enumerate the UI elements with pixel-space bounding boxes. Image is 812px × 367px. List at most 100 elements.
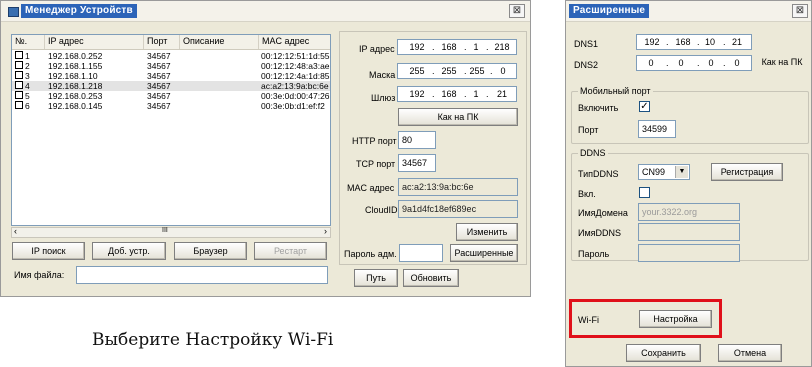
advanced-button[interactable]: Расширенные: [450, 244, 518, 262]
cell-mac: 00:3e:0b:d1:ef:f2: [261, 101, 325, 111]
ddns-type-select[interactable]: CN99 ▼: [638, 164, 690, 180]
ddns-type-label: ТипDDNS: [578, 169, 619, 179]
save-button[interactable]: Сохранить: [626, 344, 701, 362]
col-header-num[interactable]: №.: [12, 35, 45, 49]
scroll-right-icon[interactable]: ›: [324, 226, 327, 236]
tcp-port-input[interactable]: 34567: [398, 154, 436, 172]
ip-field[interactable]: 192. 168. 1. 218: [397, 39, 517, 55]
cell-port: 34567: [147, 81, 171, 91]
cell-num: 6: [25, 101, 30, 111]
cloud-id-label: CloudID: [365, 205, 398, 215]
ip-search-button[interactable]: IP поиск: [12, 242, 85, 260]
cloud-id-input[interactable]: 9a1d4fc18ef689ec: [398, 200, 518, 218]
add-device-button[interactable]: Доб. устр.: [92, 242, 166, 260]
admin-password-label: Пароль адм.: [344, 249, 397, 259]
dns1-field[interactable]: 192. 168. 10. 21: [636, 34, 752, 50]
gateway-field[interactable]: 192. 168. 1. 21: [397, 86, 517, 102]
dns1-label: DNS1: [574, 39, 599, 49]
col-header-desc[interactable]: Описание: [180, 35, 259, 49]
mask-field[interactable]: 255. 255. 255. 0: [397, 63, 517, 79]
table-row[interactable]: 1 192.168.0.252 34567 00:12:12:51:1d:55: [12, 51, 330, 61]
mobile-port-group-title: Мобильный порт: [578, 85, 653, 97]
col-header-mac[interactable]: MAC адрес: [259, 35, 330, 49]
dns2-field[interactable]: 0. 0. 0. 0: [636, 55, 752, 71]
adv-close-icon[interactable]: ⊠: [792, 4, 808, 18]
cell-num: 4: [25, 81, 30, 91]
cell-port: 34567: [147, 61, 171, 71]
scroll-left-icon[interactable]: ‹: [14, 226, 17, 236]
http-port-input[interactable]: 80: [398, 131, 436, 149]
table-row[interactable]: 2 192.168.1.155 34567 00:12:12:48:a3:ae: [12, 61, 330, 71]
col-header-port[interactable]: Порт: [144, 35, 180, 49]
cancel-button[interactable]: Отмена: [718, 344, 782, 362]
mask-label: Маска: [369, 70, 396, 80]
scroll-grip[interactable]: III: [162, 227, 168, 234]
advanced-window: Расширенные ⊠ DNS1 192. 168. 10. 21 DNS2…: [565, 0, 812, 367]
admin-password-input[interactable]: [399, 244, 443, 262]
file-name-input[interactable]: [76, 266, 328, 284]
col-header-ip[interactable]: IP адрес: [45, 35, 144, 49]
domain-label: ИмяДомена: [578, 208, 628, 218]
wifi-highlight-box: [569, 299, 722, 338]
adv-window-title: Расширенные: [569, 4, 650, 18]
ddns-name-label: ИмяDDNS: [578, 228, 622, 238]
ddns-type-value: CN99: [642, 167, 666, 177]
cell-port: 34567: [147, 71, 171, 81]
tcp-port-label: TCP порт: [356, 159, 396, 169]
cell-mac: 00:3e:0d:00:47:26: [261, 91, 330, 101]
device-manager-window: Менеджер Устройств ⊠ №. IP адрес Порт Оп…: [0, 0, 531, 297]
instruction-caption: Выберите Настройку Wi-Fi: [92, 330, 334, 350]
row-checkbox[interactable]: [15, 61, 23, 69]
ip-label: IP адрес: [359, 44, 395, 54]
http-port-label: HTTP порт: [352, 136, 397, 146]
chevron-down-icon[interactable]: ▼: [675, 166, 688, 178]
cell-ip: 192.168.1.218: [48, 81, 103, 91]
register-button[interactable]: Регистрация: [711, 163, 783, 181]
table-row[interactable]: 6 192.168.0.145 34567 00:3e:0b:d1:ef:f2: [12, 101, 330, 111]
port-input[interactable]: 34599: [638, 120, 676, 138]
mac-label: MAC адрес: [347, 183, 395, 193]
cell-mac: 00:12:12:48:a3:ae: [261, 61, 330, 71]
cell-port: 34567: [147, 91, 171, 101]
browser-button[interactable]: Браузер: [174, 242, 247, 260]
domain-input[interactable]: your.3322.org: [638, 203, 740, 221]
ddns-group-title: DDNS: [578, 147, 608, 159]
file-name-label: Имя файла:: [14, 270, 65, 280]
password-label: Пароль: [578, 249, 610, 259]
enable-label: Включить: [578, 103, 619, 113]
row-checkbox[interactable]: [15, 101, 23, 109]
cell-port: 34567: [147, 101, 171, 111]
row-checkbox[interactable]: [15, 51, 23, 59]
close-icon[interactable]: ⊠: [509, 4, 525, 18]
device-list[interactable]: №. IP адрес Порт Описание MAC адрес 1 192…: [11, 34, 331, 226]
password-input[interactable]: [638, 244, 740, 262]
cell-num: 3: [25, 71, 30, 81]
row-checkbox[interactable]: [15, 71, 23, 79]
change-button[interactable]: Изменить: [456, 223, 518, 241]
table-row[interactable]: 4 192.168.1.218 34567 ac:a2:13:9a:bc:6e: [12, 81, 330, 91]
cell-mac: ac:a2:13:9a:bc:6e: [261, 81, 329, 91]
enable-checkbox[interactable]: ✓: [639, 101, 650, 112]
ddns-on-checkbox[interactable]: [639, 187, 650, 198]
cell-ip: 192.168.1.10: [48, 71, 98, 81]
restart-button[interactable]: Рестарт: [254, 242, 327, 260]
as-pc-button[interactable]: Как на ПК: [398, 108, 518, 126]
horizontal-scrollbar[interactable]: ‹ III ›: [11, 226, 331, 238]
path-button[interactable]: Путь: [354, 269, 398, 287]
adv-title-bar: Расширенные ⊠: [566, 1, 811, 22]
row-checkbox[interactable]: [15, 81, 23, 89]
cell-port: 34567: [147, 51, 171, 61]
cell-num: 2: [25, 61, 30, 71]
mobile-port-group: Мобильный порт: [571, 85, 809, 144]
cell-mac: 00:12:12:4a:1d:85: [261, 71, 330, 81]
gateway-label: Шлюз: [371, 93, 396, 103]
refresh-button[interactable]: Обновить: [403, 269, 459, 287]
cell-ip: 192.168.0.253: [48, 91, 103, 101]
mac-input[interactable]: ac:a2:13:9a:bc:6e: [398, 178, 518, 196]
table-row[interactable]: 5 192.168.0.253 34567 00:3e:0d:00:47:26: [12, 91, 330, 101]
window-title: Менеджер Устройств: [21, 4, 137, 18]
cell-num: 5: [25, 91, 30, 101]
ddns-name-input[interactable]: [638, 223, 740, 241]
table-row[interactable]: 3 192.168.1.10 34567 00:12:12:4a:1d:85: [12, 71, 330, 81]
row-checkbox[interactable]: [15, 91, 23, 99]
